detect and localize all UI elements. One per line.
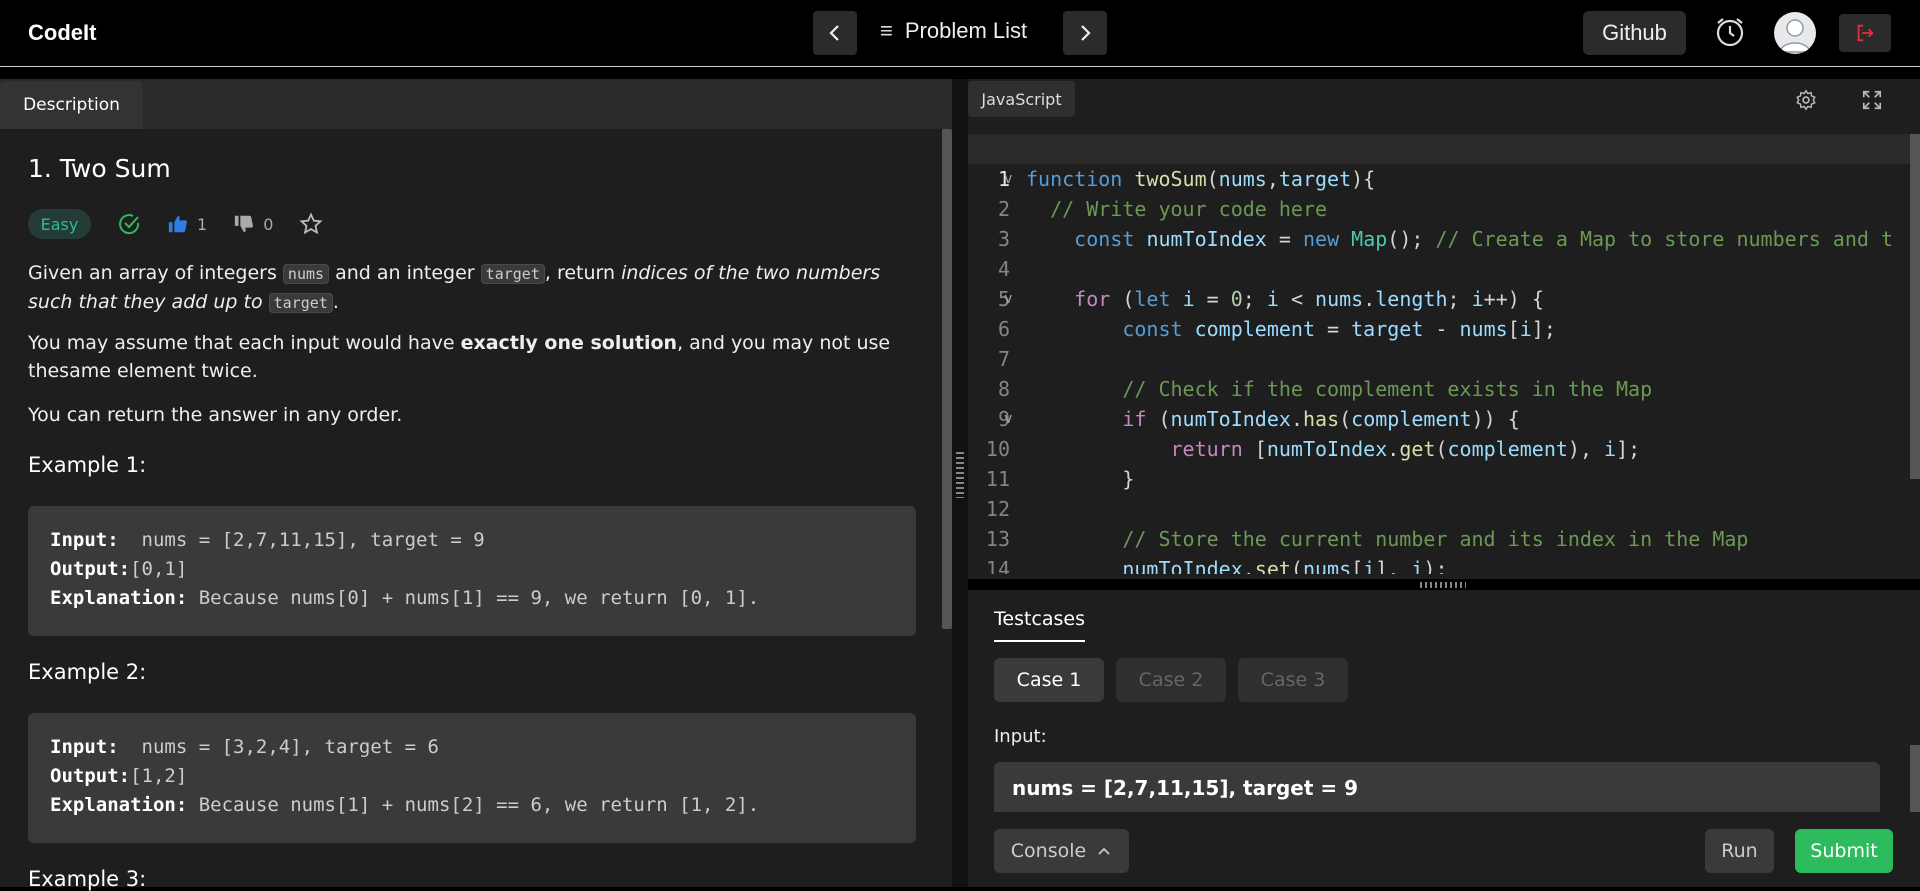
- submit-button[interactable]: Submit: [1795, 829, 1893, 873]
- avatar[interactable]: [1774, 12, 1816, 54]
- language-select[interactable]: JavaScript: [968, 81, 1075, 117]
- problem-list-label: Problem List: [904, 18, 1028, 43]
- explanation-label: Explanation:: [50, 587, 188, 609]
- input-label: Input:: [50, 529, 119, 551]
- example-explanation: Because nums[1] + nums[2] == 6, we retur…: [187, 794, 760, 816]
- gear-icon[interactable]: [1795, 89, 1817, 111]
- output-label: Output:: [50, 558, 131, 580]
- logout-icon: [1857, 24, 1874, 42]
- description-paragraph-3: You can return the answer in any order.: [28, 404, 403, 426]
- code-line: 14 numToIndex.set(nums[i], i);: [968, 524, 1920, 574]
- text: Given an array of integers: [28, 262, 283, 284]
- editor-scrollbar[interactable]: [1910, 134, 1920, 479]
- code-line: 2 // Write your code here: [968, 164, 1920, 221]
- text: and an integer: [329, 262, 481, 284]
- code-line: 9v if (numToIndex.has(complement)) {: [968, 374, 1920, 431]
- next-problem-button[interactable]: [1063, 11, 1107, 55]
- console-label: Console: [1010, 840, 1087, 862]
- user-icon: [1779, 19, 1811, 53]
- example-2-box: Input: nums = [3,2,4], target = 6 Output…: [28, 713, 916, 843]
- code-line: 8 // Check if the complement exists in t…: [968, 344, 1920, 401]
- input-label: Input:: [994, 726, 1047, 747]
- top-bar: CodeIt ≡ Problem List Github: [0, 0, 1920, 67]
- case-tabs: Case 1 Case 2 Case 3: [994, 658, 1348, 702]
- difficulty-badge: Easy: [28, 209, 91, 239]
- text: [263, 291, 269, 313]
- case-1-tab[interactable]: Case 1: [994, 658, 1104, 702]
- thumbs-up-icon: [168, 215, 187, 233]
- editor-panel: JavaScript 1 v function twoSum(nums,target…: [968, 79, 1920, 579]
- case-2-tab[interactable]: Case 2: [1116, 658, 1226, 702]
- bold-text: exactly one solution: [460, 332, 678, 354]
- text: , return: [544, 262, 622, 284]
- description-scrollbar[interactable]: [942, 129, 952, 629]
- problem-meta: Easy 1 0: [28, 209, 323, 239]
- problem-title: 1. Two Sum: [28, 154, 171, 183]
- example-output: [0,1]: [130, 558, 188, 580]
- problem-list-button[interactable]: ≡ Problem List: [880, 18, 1027, 44]
- example-explanation: Because nums[0] + nums[1] == 9, we retur…: [187, 587, 760, 609]
- code-line: 11 }: [968, 434, 1920, 491]
- example-output: [1,2]: [130, 765, 188, 787]
- chevron-up-icon: [1098, 847, 1110, 855]
- like-count: 1: [197, 214, 208, 234]
- testcase-input[interactable]: nums = [2,7,11,15], target = 9: [994, 762, 1880, 816]
- resize-handle[interactable]: [956, 452, 964, 498]
- tab-testcases[interactable]: Testcases: [994, 608, 1085, 642]
- solved-status: [117, 212, 141, 236]
- left-tab-bar: Description: [0, 79, 952, 129]
- inline-code: target: [480, 264, 545, 284]
- code-line: 7: [968, 314, 1920, 371]
- run-button[interactable]: Run: [1705, 829, 1774, 873]
- prev-problem-button[interactable]: [813, 11, 857, 55]
- case-3-tab[interactable]: Case 3: [1238, 658, 1348, 702]
- dislike-button[interactable]: 0: [233, 213, 273, 235]
- logout-button[interactable]: [1839, 14, 1891, 52]
- code-line: 13 // Store the current number and its i…: [968, 494, 1920, 551]
- example-3-heading: Example 3:: [28, 867, 147, 891]
- input-label: Input:: [50, 736, 119, 758]
- output-label: Output:: [50, 765, 131, 787]
- check-circle-icon: [119, 214, 140, 235]
- example-2-heading: Example 2:: [28, 660, 147, 684]
- text: .: [332, 291, 339, 313]
- vertical-resize-handle[interactable]: [1420, 582, 1466, 588]
- tab-description[interactable]: Description: [0, 81, 143, 129]
- editor-toolbar: JavaScript: [968, 79, 1920, 129]
- description-paragraph-1: Given an array of integers nums and an i…: [28, 259, 928, 317]
- example-1-heading: Example 1:: [28, 453, 147, 477]
- code-line: 10 return [numToIndex.get(complement), i…: [968, 404, 1920, 461]
- example-input: nums = [3,2,4], target = 6: [118, 736, 439, 758]
- timer-icon[interactable]: [1713, 15, 1747, 49]
- inline-code: target: [268, 293, 333, 313]
- dislike-count: 0: [263, 214, 274, 234]
- expand-icon[interactable]: [1861, 89, 1883, 111]
- code-line: 4: [968, 224, 1920, 281]
- console-toggle-button[interactable]: Console: [994, 829, 1129, 873]
- explanation-label: Explanation:: [50, 794, 188, 816]
- code-line: 15 }: [968, 554, 1920, 574]
- action-bar: Console Run Submit: [968, 812, 1920, 887]
- github-button[interactable]: Github: [1583, 11, 1686, 55]
- text: You may assume that each input would hav…: [28, 332, 461, 354]
- chevron-left-icon: [829, 25, 839, 41]
- inline-code: nums: [282, 264, 330, 284]
- like-button[interactable]: 1: [167, 213, 207, 235]
- code-line: 12: [968, 464, 1920, 521]
- code-line: 1 v function twoSum(nums,target){: [968, 134, 1920, 191]
- code-line: 3 const numToIndex = new Map(); // Creat…: [968, 194, 1920, 251]
- favorite-button[interactable]: [299, 212, 323, 236]
- example-1-box: Input: nums = [2,7,11,15], target = 9 Ou…: [28, 506, 916, 636]
- chevron-right-icon: [1081, 25, 1091, 41]
- list-icon: ≡: [880, 18, 893, 43]
- example-input: nums = [2,7,11,15], target = 9: [118, 529, 485, 551]
- star-icon: [299, 212, 323, 235]
- code-line: 6 const complement = target - nums[i];: [968, 284, 1920, 341]
- description-panel: Description 1. Two Sum Easy 1 0 Given an…: [0, 79, 952, 891]
- description-paragraph-2: You may assume that each input would hav…: [28, 329, 928, 385]
- code-line: 5v for (let i = 0; i < nums.length; i++)…: [968, 254, 1920, 311]
- code-editor[interactable]: 1 v function twoSum(nums,target){ 2 // Wri…: [968, 134, 1920, 574]
- thumbs-down-icon: [235, 215, 254, 233]
- app-brand[interactable]: CodeIt: [28, 20, 96, 46]
